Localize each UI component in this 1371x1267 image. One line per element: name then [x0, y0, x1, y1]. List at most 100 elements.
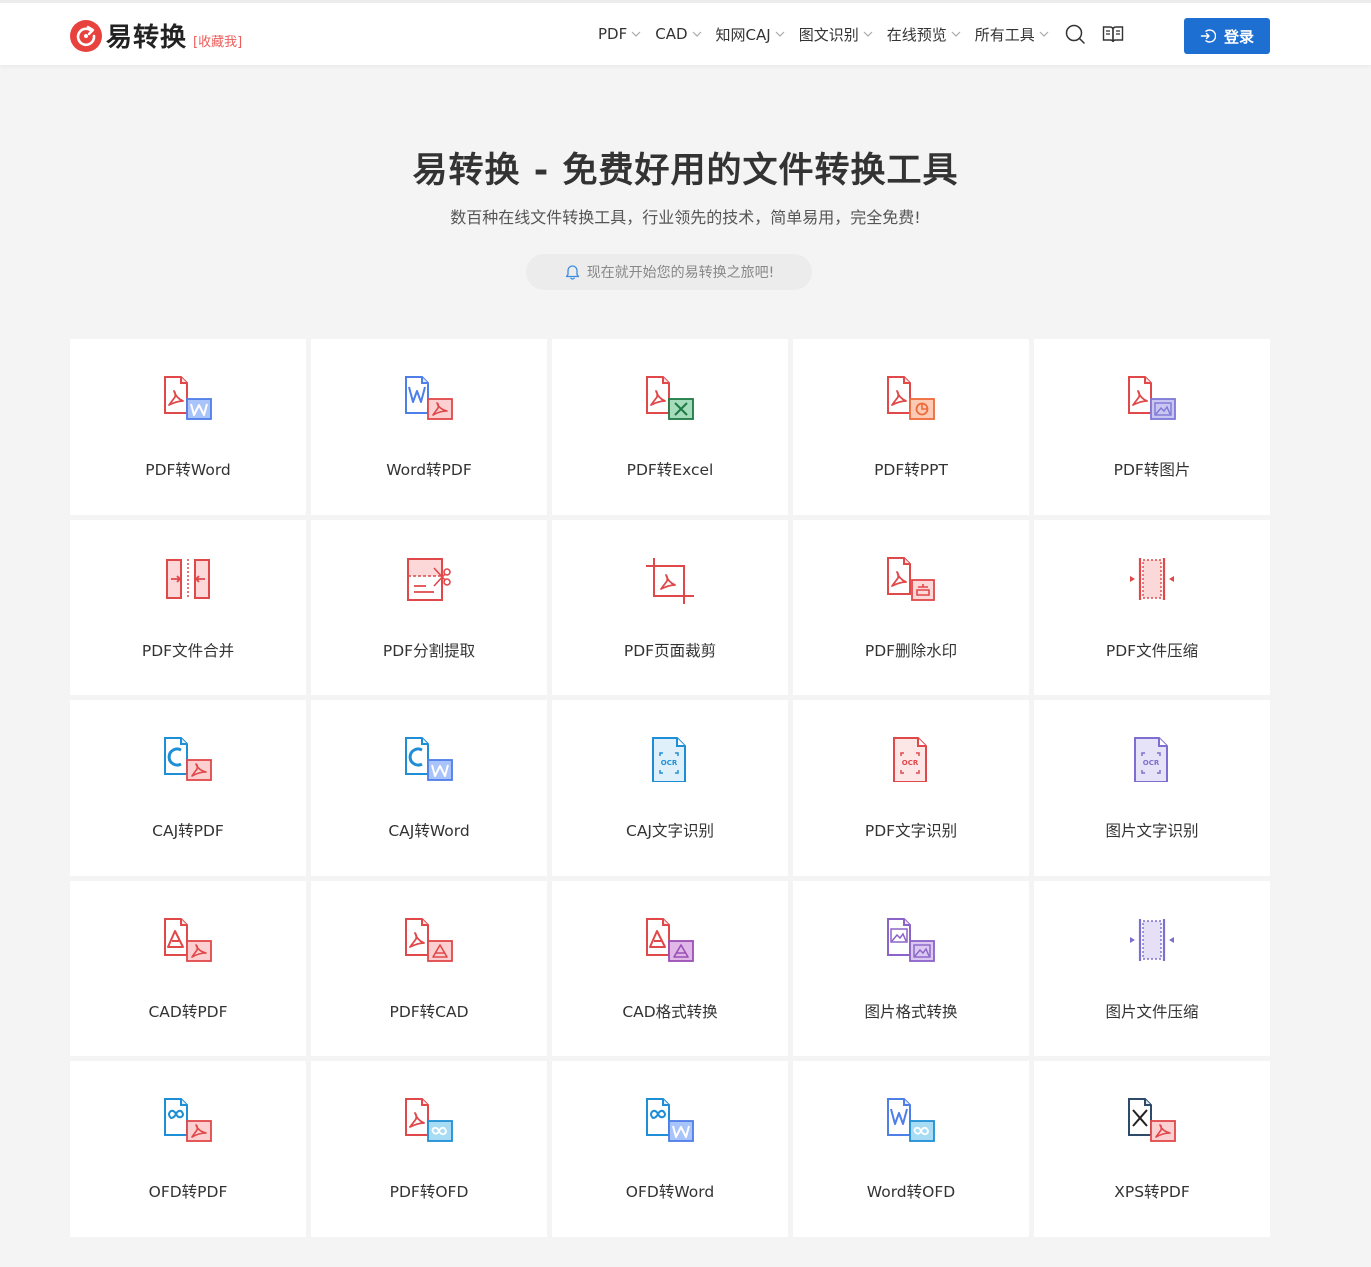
tool-label: PDF分割提取 [382, 641, 476, 660]
image-compress-icon [1130, 918, 1174, 961]
site-logo[interactable]: 易转换 [收藏我] [70, 17, 242, 54]
pdf-ocr-icon: OCR [893, 737, 927, 783]
tool-label: OFD转Word [625, 1183, 715, 1202]
tool-card-word-to-pdf[interactable]: Word转PDF [311, 339, 547, 515]
pdf-compress-icon [1130, 557, 1174, 600]
chevron-down-icon [951, 31, 961, 37]
tool-label: Word转OFD [866, 1183, 956, 1202]
tool-card-pdf-to-ppt[interactable]: PDF转PPT [793, 339, 1029, 515]
tool-card-word-to-ofd[interactable]: Word转OFD [793, 1061, 1029, 1237]
nav-label: 图文识别 [798, 25, 859, 44]
tool-card-pdf-to-word[interactable]: PDF转Word [70, 339, 306, 515]
tool-card-cad-to-pdf[interactable]: CAD转PDF [70, 880, 306, 1057]
tool-card-pdf-remove-watermark[interactable]: PDF删除水印 [793, 519, 1029, 696]
tool-card-pdf-split[interactable]: PDF分割提取 [311, 519, 547, 696]
tool-label: PDF文件压缩 [1105, 641, 1199, 660]
pdf-split-icon [407, 557, 451, 601]
tool-card-pdf-ocr[interactable]: OCR PDF文字识别 [793, 700, 1029, 876]
tool-card-ofd-to-word[interactable]: OFD转Word [552, 1061, 788, 1237]
page-title: 易转换 - 免费好用的文件转换工具 [412, 151, 959, 191]
tool-card-pdf-merge[interactable]: PDF文件合并 [70, 519, 306, 696]
tool-card-caj-to-word[interactable]: CAJ转Word [311, 700, 547, 876]
nav-label: PDF [598, 25, 628, 43]
tool-card-pdf-to-excel[interactable]: PDF转Excel [552, 339, 788, 515]
cad-convert-icon [646, 917, 694, 962]
tool-label: CAJ文字识别 [626, 822, 714, 841]
caj-to-pdf-icon [164, 737, 212, 782]
nav-item-ocr[interactable]: 图文识别 [799, 24, 873, 45]
tool-card-pdf-to-image[interactable]: PDF转图片 [1034, 339, 1270, 515]
word-to-ofd-icon [887, 1098, 935, 1143]
start-journey-banner[interactable]: 现在就开始您的易转换之旅吧! [526, 254, 812, 290]
tool-card-cad-convert[interactable]: CAD格式转换 [552, 880, 788, 1057]
bell-icon [565, 264, 579, 280]
search-button[interactable] [1063, 22, 1087, 46]
tool-label: CAJ转PDF [152, 822, 224, 841]
svg-text:OCR: OCR [661, 759, 678, 767]
tool-label: CAD格式转换 [622, 1002, 718, 1021]
xps-to-pdf-icon [1128, 1098, 1176, 1143]
image-ocr-icon: OCR [1134, 737, 1168, 783]
pdf-remove-watermark-icon [887, 556, 935, 601]
chevron-down-icon [1039, 31, 1049, 37]
tool-card-pdf-compress[interactable]: PDF文件压缩 [1034, 519, 1270, 696]
ofd-to-pdf-icon [164, 1098, 212, 1143]
chevron-down-icon [775, 31, 785, 37]
nav-item-pdf[interactable]: PDF [598, 25, 641, 43]
tool-label: PDF文件合并 [141, 641, 235, 660]
tool-label: CAJ转Word [388, 822, 470, 841]
docs-button[interactable] [1101, 22, 1125, 46]
tool-card-image-convert[interactable]: 图片格式转换 [793, 880, 1029, 1057]
caj-to-word-icon [405, 737, 453, 782]
tool-label: PDF转图片 [1113, 461, 1191, 479]
tool-label: PDF文字识别 [864, 822, 958, 841]
word-to-pdf-icon [405, 376, 453, 420]
nav-item-caj[interactable]: 知网CAJ [716, 24, 785, 45]
tool-label: Word转PDF [386, 461, 472, 479]
tool-card-pdf-crop[interactable]: PDF页面裁剪 [552, 519, 788, 696]
svg-text:OCR: OCR [1143, 759, 1160, 767]
banner-text: 现在就开始您的易转换之旅吧! [586, 265, 775, 281]
search-icon [1065, 24, 1085, 44]
tool-label: PDF删除水印 [864, 641, 958, 660]
tool-label: PDF转OFD [389, 1183, 469, 1202]
tool-label: 图片文字识别 [1105, 822, 1199, 841]
tool-label: PDF转CAD [389, 1002, 469, 1021]
pdf-to-word-icon [164, 376, 212, 420]
tool-card-image-compress[interactable]: 图片文件压缩 [1034, 880, 1270, 1057]
chevron-down-icon [631, 31, 641, 37]
tool-label: 图片文件压缩 [1105, 1002, 1199, 1021]
chevron-down-icon [692, 31, 701, 37]
login-button[interactable]: 登录 [1184, 18, 1270, 54]
page-subtitle: 数百种在线文件转换工具，行业领先的技术，简单易用，完全免费! [450, 208, 921, 227]
login-icon [1200, 29, 1216, 43]
bookmark-link[interactable]: [收藏我] [193, 31, 242, 50]
tool-card-caj-to-pdf[interactable]: CAJ转PDF [70, 700, 306, 876]
svg-text:OCR: OCR [902, 759, 919, 767]
tool-card-pdf-to-ofd[interactable]: PDF转OFD [311, 1061, 547, 1237]
pdf-to-image-icon [1128, 376, 1176, 420]
tool-label: XPS转PDF [1114, 1183, 1190, 1202]
top-navbar: 易转换 [收藏我] PDF CAD 知网CAJ 图文识别 在线预览 所有工具 登… [0, 0, 1371, 65]
tool-grid: PDF转Word Word转PDF PDF转Excel PDF转PPT PDF转… [70, 339, 1270, 1237]
nav-item-preview[interactable]: 在线预览 [887, 24, 961, 45]
tool-label: CAD转PDF [148, 1002, 228, 1021]
tool-card-xps-to-pdf[interactable]: XPS转PDF [1034, 1061, 1270, 1237]
tool-label: 图片格式转换 [864, 1002, 958, 1021]
logo-text: 易转换 [106, 23, 188, 53]
nav-item-cad[interactable]: CAD [655, 25, 701, 43]
image-convert-icon [887, 917, 935, 962]
pdf-to-cad-icon [405, 917, 453, 962]
nav-item-all-tools[interactable]: 所有工具 [975, 24, 1049, 45]
tool-card-ofd-to-pdf[interactable]: OFD转PDF [70, 1061, 306, 1237]
tool-label: PDF转PPT [874, 461, 948, 479]
tool-card-caj-ocr[interactable]: OCR CAJ文字识别 [552, 700, 788, 876]
pdf-to-ppt-icon [887, 376, 935, 420]
pdf-crop-icon [646, 557, 694, 604]
chevron-down-icon [863, 31, 873, 37]
tool-card-pdf-to-cad[interactable]: PDF转CAD [311, 880, 547, 1057]
tool-label: OFD转PDF [148, 1183, 228, 1202]
tool-card-image-ocr[interactable]: OCR 图片文字识别 [1034, 700, 1270, 876]
nav-label: CAD [655, 25, 688, 43]
cad-to-pdf-icon [164, 917, 212, 962]
